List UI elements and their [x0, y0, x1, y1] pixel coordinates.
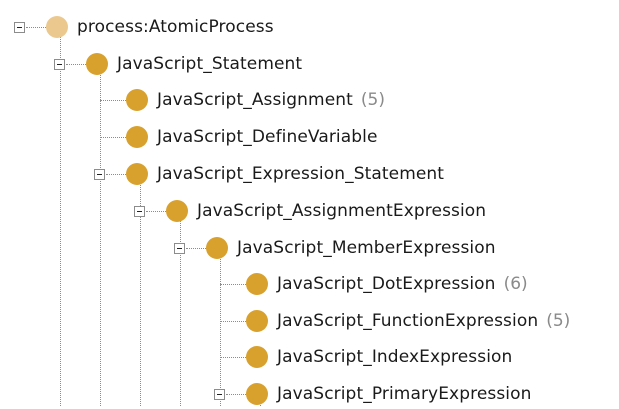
tree-node-label: JavaScript_Statement: [117, 54, 303, 74]
class-icon: [206, 237, 228, 259]
class-icon: [86, 53, 108, 75]
tree-node-javascript-memberexpression[interactable]: JavaScript_MemberExpression: [206, 233, 496, 263]
class-icon: [126, 163, 148, 185]
tree-node-label: JavaScript_DefineVariable: [157, 127, 378, 147]
class-icon: [126, 126, 148, 148]
collapse-toggle-icon[interactable]: [14, 22, 25, 33]
class-icon: [166, 200, 188, 222]
tree-node-javascript-expression-statement[interactable]: JavaScript_Expression_Statement: [126, 159, 444, 189]
tree-connector-line: [220, 321, 246, 322]
tree-node-label: process:AtomicProcess: [77, 17, 274, 37]
tree-node-label: JavaScript_IndexExpression: [277, 347, 513, 367]
tree-node-javascript-functionexpression[interactable]: JavaScript_FunctionExpression (5): [246, 306, 570, 336]
tree-connector-line: [220, 257, 221, 406]
collapse-toggle-icon[interactable]: [54, 59, 65, 70]
collapse-toggle-icon[interactable]: [214, 389, 225, 400]
tree-connector-line: [226, 394, 246, 395]
tree-node-javascript-dotexpression[interactable]: JavaScript_DotExpression (6): [246, 269, 528, 299]
tree-node-label: JavaScript_FunctionExpression: [277, 311, 539, 331]
tree-connector-line: [26, 27, 46, 28]
tree-node-javascript-definevariable[interactable]: JavaScript_DefineVariable: [126, 122, 378, 152]
class-hierarchy-tree: process:AtomicProcess JavaScript_Stateme…: [0, 0, 619, 406]
tree-node-label: JavaScript_MemberExpression: [237, 238, 496, 258]
tree-connector-line: [100, 100, 126, 101]
class-icon: [246, 346, 268, 368]
instance-count-badge: (5): [360, 90, 386, 110]
tree-node-javascript-statement[interactable]: JavaScript_Statement: [86, 49, 302, 79]
class-icon: [126, 89, 148, 111]
collapse-toggle-icon[interactable]: [94, 169, 105, 180]
tree-connector-line: [100, 72, 101, 406]
tree-connector-line: [220, 284, 246, 285]
tree-node-atomic-process[interactable]: process:AtomicProcess: [46, 12, 274, 42]
tree-connector-line: [66, 64, 86, 65]
collapse-toggle-icon[interactable]: [134, 206, 145, 217]
class-icon: [246, 310, 268, 332]
class-icon: [46, 16, 68, 38]
tree-connector-line: [220, 357, 246, 358]
tree-connector-line: [60, 34, 61, 406]
tree-connector-line: [186, 248, 206, 249]
tree-node-javascript-indexexpression[interactable]: JavaScript_IndexExpression: [246, 342, 512, 372]
tree-node-label: JavaScript_Assignment: [157, 90, 353, 110]
tree-node-label: JavaScript_DotExpression: [277, 274, 496, 294]
class-icon: [246, 273, 268, 295]
tree-connector-line: [100, 137, 126, 138]
instance-count-badge: (5): [546, 311, 571, 331]
tree-node-javascript-primaryexpression[interactable]: JavaScript_PrimaryExpression: [246, 379, 532, 409]
tree-node-javascript-assignmentexpression[interactable]: JavaScript_AssignmentExpression: [166, 196, 486, 226]
tree-node-label: JavaScript_PrimaryExpression: [277, 384, 532, 404]
class-icon: [246, 383, 268, 405]
collapse-toggle-icon[interactable]: [174, 243, 185, 254]
tree-connector-line: [106, 174, 126, 175]
tree-node-javascript-assignment[interactable]: JavaScript_Assignment (5): [126, 85, 385, 115]
tree-connector-line: [146, 211, 166, 212]
tree-node-label: JavaScript_AssignmentExpression: [197, 201, 487, 221]
instance-count-badge: (6): [503, 274, 528, 294]
tree-node-label: JavaScript_Expression_Statement: [157, 164, 445, 184]
